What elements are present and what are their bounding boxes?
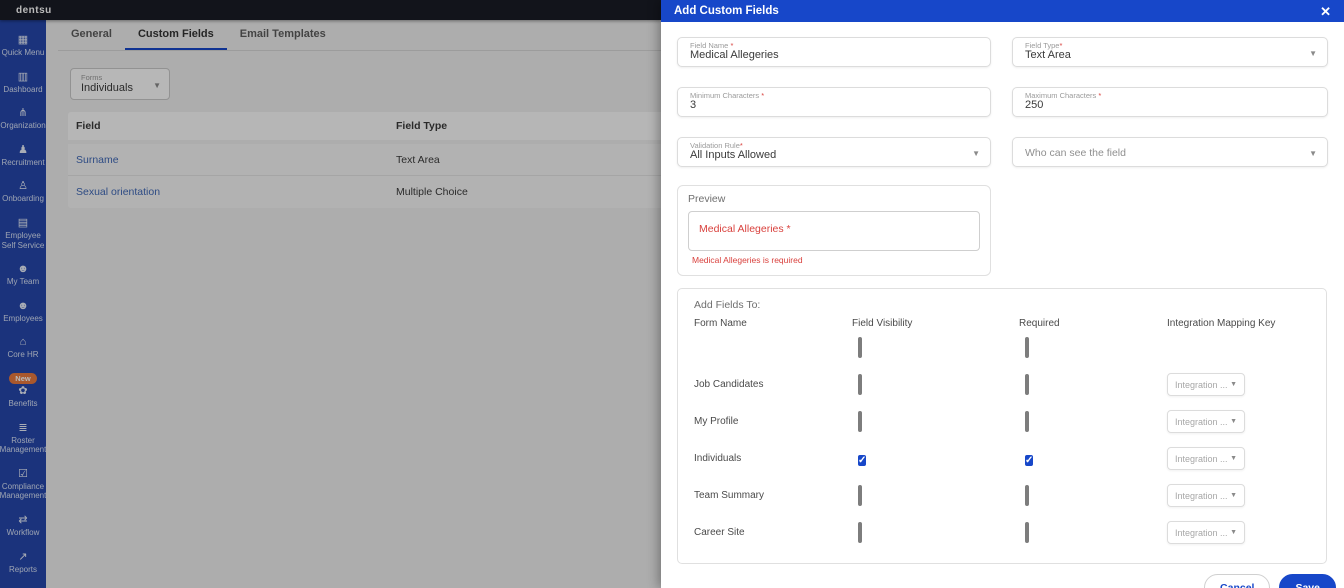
required-checkbox[interactable]: ✓	[1025, 455, 1033, 466]
column-header-integration-mapping-key: Integration Mapping Key	[1167, 318, 1310, 329]
chevron-down-icon: ▼	[1309, 49, 1317, 58]
required-checkbox[interactable]	[1025, 411, 1029, 432]
who-can-see-select[interactable]: Who can see the field ▼	[1012, 137, 1328, 167]
chevron-down-icon: ▼	[1309, 149, 1317, 158]
minimum-characters-label: Minimum Characters *	[690, 91, 764, 100]
field-visibility-checkbox[interactable]	[858, 485, 862, 506]
add-fields-row	[694, 329, 1310, 366]
modal-footer: Cancel Save	[1204, 574, 1336, 588]
integration-mapping-select[interactable]: Integration ... ▼	[1167, 484, 1245, 507]
add-fields-rows: Job Candidates Integration ... ▼ My Prof…	[694, 329, 1310, 551]
chevron-down-icon: ▼	[972, 149, 980, 158]
minimum-characters-value: 3	[690, 99, 696, 111]
screen: dentsu ▦ Quick Menu ▥ Dashboard ⋔ Organi…	[0, 0, 1344, 588]
integration-mapping-select[interactable]: Integration ... ▼	[1167, 447, 1245, 470]
required-checkbox[interactable]	[1025, 485, 1029, 506]
field-name-value: Medical Allegeries	[690, 49, 779, 61]
integration-mapping-select[interactable]: Integration ... ▼	[1167, 410, 1245, 433]
field-type-select[interactable]: Field Type* Text Area ▼	[1012, 37, 1328, 67]
field-visibility-checkbox[interactable]	[858, 411, 862, 432]
chevron-down-icon: ▼	[1230, 529, 1237, 536]
modal-backdrop[interactable]	[0, 0, 661, 588]
add-fields-row: Job Candidates Integration ... ▼	[694, 366, 1310, 403]
integration-mapping-placeholder: Integration ...	[1175, 380, 1228, 390]
field-visibility-checkbox[interactable]	[858, 374, 862, 395]
preview-field[interactable]: Medical Allegeries *	[688, 211, 980, 251]
who-can-see-label: Who can see the field	[1025, 147, 1126, 159]
form-name-label: Career Site	[694, 527, 852, 538]
integration-mapping-select[interactable]: Integration ... ▼	[1167, 521, 1245, 544]
integration-mapping-placeholder: Integration ...	[1175, 454, 1228, 464]
minimum-characters-input[interactable]: Minimum Characters * 3	[677, 87, 991, 117]
column-header-field-visibility: Field Visibility	[852, 318, 1019, 329]
required-checkbox[interactable]	[1025, 337, 1029, 358]
preview-field-label: Medical Allegeries *	[699, 223, 791, 235]
add-fields-row: Career Site Integration ... ▼	[694, 514, 1310, 551]
modal-body: Field Name * Medical Allegeries Field Ty…	[661, 22, 1344, 564]
modal-title: Add Custom Fields	[674, 5, 779, 17]
add-fields-row: My Profile Integration ... ▼	[694, 403, 1310, 440]
integration-mapping-placeholder: Integration ...	[1175, 491, 1228, 501]
maximum-characters-value: 250	[1025, 99, 1043, 111]
add-fields-to-section: Add Fields To: Form Name Field Visibilit…	[677, 288, 1327, 564]
app-background: dentsu ▦ Quick Menu ▥ Dashboard ⋔ Organi…	[0, 0, 661, 588]
field-visibility-checkbox[interactable]: ✓	[858, 455, 866, 466]
field-type-value: Text Area	[1025, 49, 1071, 61]
form-name-label: Job Candidates	[694, 379, 852, 390]
add-fields-to-title: Add Fields To:	[694, 299, 1310, 311]
preview-title: Preview	[688, 193, 980, 205]
add-fields-header-row: Form Name Field Visibility Required Inte…	[694, 318, 1310, 329]
add-fields-row: Individuals ✓ ✓ Integration ... ▼	[694, 440, 1310, 477]
form-name-label: Individuals	[694, 453, 852, 464]
chevron-down-icon: ▼	[1230, 418, 1237, 425]
add-fields-row: Team Summary Integration ... ▼	[694, 477, 1310, 514]
add-custom-fields-modal: Add Custom Fields ✕ Field Name * Medical…	[661, 0, 1344, 588]
validation-rule-value: All Inputs Allowed	[690, 149, 776, 161]
form-name-label: Team Summary	[694, 490, 852, 501]
integration-mapping-placeholder: Integration ...	[1175, 528, 1228, 538]
chevron-down-icon: ▼	[1230, 455, 1237, 462]
field-visibility-checkbox[interactable]	[858, 522, 862, 543]
field-visibility-checkbox[interactable]	[858, 337, 862, 358]
field-name-input[interactable]: Field Name * Medical Allegeries	[677, 37, 991, 67]
integration-mapping-placeholder: Integration ...	[1175, 417, 1228, 427]
integration-mapping-select[interactable]: Integration ... ▼	[1167, 373, 1245, 396]
preview-error-text: Medical Allegeries is required	[692, 255, 980, 265]
chevron-down-icon: ▼	[1230, 381, 1237, 388]
validation-rule-select[interactable]: Validation Rule* All Inputs Allowed ▼	[677, 137, 991, 167]
column-header-required: Required	[1019, 318, 1167, 329]
close-icon[interactable]: ✕	[1320, 5, 1331, 18]
modal-header: Add Custom Fields ✕	[661, 0, 1344, 22]
cancel-button[interactable]: Cancel	[1204, 574, 1270, 588]
chevron-down-icon: ▼	[1230, 492, 1237, 499]
preview-card: Preview Medical Allegeries * Medical All…	[677, 185, 991, 276]
save-button[interactable]: Save	[1279, 574, 1336, 588]
column-header-form-name: Form Name	[694, 318, 852, 329]
required-checkbox[interactable]	[1025, 522, 1029, 543]
required-checkbox[interactable]	[1025, 374, 1029, 395]
maximum-characters-input[interactable]: Maximum Characters * 250	[1012, 87, 1328, 117]
form-name-label: My Profile	[694, 416, 852, 427]
